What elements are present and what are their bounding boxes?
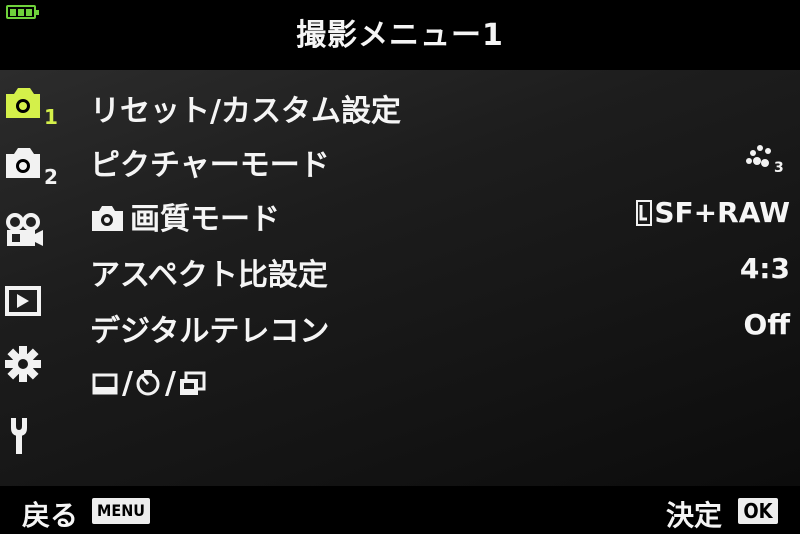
ok-button[interactable]: OK	[738, 498, 778, 524]
menu-item-label-text: 画質モード	[130, 202, 280, 237]
gear-icon	[5, 346, 41, 382]
sequential-drive-icon	[179, 371, 206, 395]
menu-item-label: リセット/カスタム設定	[90, 94, 401, 129]
self-timer-icon	[136, 370, 160, 396]
tab-shooting-menu-1[interactable]: 1	[0, 74, 72, 130]
menu-item-digital-tele[interactable]: デジタルテレコン Off	[90, 298, 800, 354]
image-quality-value: SF+RAW	[654, 196, 790, 229]
tab-number: 2	[44, 165, 58, 186]
svg-text:3: 3	[774, 160, 784, 176]
menu-item-image-quality[interactable]: 画質モード SF+RAW	[90, 186, 800, 242]
tab-shooting-menu-2[interactable]: 2	[0, 134, 72, 190]
tab-playback-menu[interactable]	[0, 274, 72, 330]
tab-number: 1	[44, 105, 58, 126]
menu-item-aspect-ratio[interactable]: アスペクト比設定 4:3	[90, 242, 800, 298]
large-size-icon	[636, 200, 653, 226]
camera-icon	[92, 206, 123, 231]
separator: /	[164, 366, 176, 401]
menu-item-label: デジタルテレコン	[90, 314, 330, 349]
menu-item-value: Off	[743, 308, 790, 341]
menu-item-value: 3	[744, 142, 790, 183]
wrench-icon	[11, 418, 27, 454]
menu-item-label: 画質モード	[90, 194, 280, 238]
menu-item-value: SF+RAW	[636, 196, 790, 229]
menu-item-value: 4:3	[739, 252, 790, 285]
menu-tabs: 1 2	[0, 70, 72, 486]
menu-title: 撮影メニュー1	[296, 18, 504, 53]
separator: /	[122, 366, 133, 401]
video-camera-icon	[6, 213, 43, 246]
confirm-label: 決定	[666, 499, 723, 532]
menu-item-label: / /	[90, 366, 210, 401]
single-drive-icon	[92, 373, 118, 395]
menu-item-label: アスペクト比設定	[90, 258, 328, 293]
menu-item-reset-custom[interactable]: リセット/カスタム設定	[90, 78, 800, 134]
playback-icon	[5, 286, 41, 316]
header-bar: 撮影メニュー1	[0, 0, 800, 66]
menu-item-label: ピクチャーモード	[90, 148, 330, 183]
menu-button[interactable]: MENU	[92, 498, 150, 524]
tab-setup-menu[interactable]	[0, 406, 72, 462]
camera-2-icon: 2	[6, 148, 58, 186]
picture-mode-3-icon: 3	[746, 145, 784, 176]
menu-item-drive-mode[interactable]: / /	[90, 354, 800, 410]
camera-1-icon: 1	[6, 88, 58, 126]
camera-menu-screen: 撮影メニュー1 1 2 リセット/カスタム設定 ピクチャーモード 3 画質モード…	[0, 0, 800, 533]
tab-video-menu[interactable]	[0, 206, 72, 262]
footer-bar: 戻る MENU 決定 OK	[0, 486, 800, 533]
tab-custom-menu[interactable]	[0, 338, 72, 394]
back-label: 戻る	[22, 499, 79, 532]
menu-item-picture-mode[interactable]: ピクチャーモード 3	[90, 132, 800, 188]
